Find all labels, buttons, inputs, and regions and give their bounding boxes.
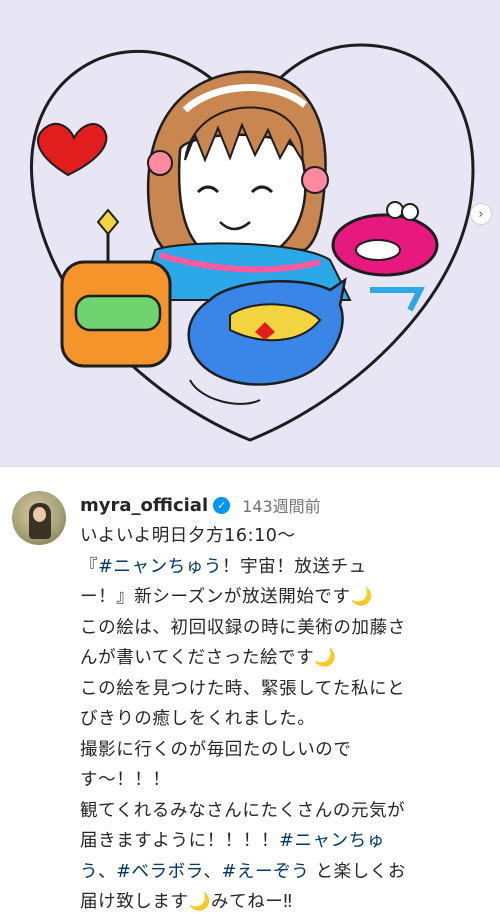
caption-segment: この絵を見つけた時、緊張してた私にと (80, 678, 406, 699)
caption-line: 撮影に行くのが毎回たのしいので (80, 735, 492, 766)
verified-badge-icon: ✓ (213, 496, 231, 514)
caption-line: びきりの癒しをくれました。 (80, 704, 492, 735)
red-heart (37, 122, 108, 177)
caption-segment: いよいよ明日夕方16:10〜 (80, 526, 296, 546)
next-image-button[interactable]: › (470, 203, 492, 225)
caption-segment: びきりの癒しをくれました。 (80, 709, 316, 729)
hashtag-link[interactable]: #ニャンちゅ (279, 831, 385, 851)
hashtag-link[interactable]: #えーぞう (222, 862, 310, 882)
caption-line: この絵を見つけた時、緊張してた私にと (80, 674, 492, 705)
caption-segment: 、 (203, 861, 222, 882)
caption-segment: と楽しくお (309, 861, 406, 882)
caption-segment: 届け致します🌙みてねー‼︎ (80, 892, 293, 912)
caption-line: この絵は、初回収録の時に美術の加藤さ (80, 613, 492, 644)
post-image[interactable]: › (0, 0, 500, 466)
avatar[interactable] (12, 491, 66, 545)
caption-segment: ！宇宙！放送チュ (221, 556, 367, 577)
caption-section: myra_official ✓ 143週間前 いよいよ明日夕方16:10〜 『#ニ… (0, 467, 500, 912)
illustration (30, 43, 475, 442)
chevron-right-icon: › (478, 206, 484, 222)
username-link[interactable]: myra_official (80, 495, 208, 516)
caption-line: す〜！！！ (80, 765, 492, 796)
caption-line: う、#ベラボラ、#えーぞう と楽しくお (80, 857, 492, 888)
caption-line: 届きますように！！！！#ニャンちゅ (80, 826, 492, 857)
caption-text: いよいよ明日夕方16:10〜 『#ニャンちゅう！宇宙！放送チュ ー！』新シーズンが放… (80, 521, 492, 918)
caption-line: ー！』新シーズンが放送開始です🌙 (80, 582, 492, 613)
hashtag-link[interactable]: #ニャンちゅう (98, 557, 222, 577)
caption-segment: 届きますように！！！！ (80, 831, 280, 851)
caption-line: いよいよ明日夕方16:10〜 (80, 521, 492, 552)
caption-segment: んが書いてくださった絵です🌙 (80, 648, 337, 668)
caption-segment: 撮影に行くのが毎回たのしいので (80, 739, 352, 760)
caption-line: 観てくれるみなさんにたくさんの元気が (80, 796, 492, 827)
post-timestamp[interactable]: 143週間前 (242, 493, 321, 517)
caption-segment: ー！』新シーズンが放送開始です🌙 (80, 587, 374, 607)
hashtag-link[interactable]: う (80, 862, 98, 882)
caption-segment: 『 (80, 556, 99, 577)
robot-visor (74, 294, 162, 332)
caption-line: んが書いてくださった絵です🌙 (80, 643, 492, 674)
caption-segment: す〜！！！ (80, 770, 171, 790)
caption-line: 届け致します🌙みてねー‼︎ (80, 887, 492, 918)
caption-segment: 観てくれるみなさんにたくさんの元気が (80, 800, 406, 821)
hashtag-link[interactable]: #ベラボラ (116, 862, 203, 882)
caption-header: myra_official ✓ 143週間前 (80, 491, 321, 519)
caption-line: 『#ニャンちゅう！宇宙！放送チュ (80, 552, 492, 583)
caption-segment: 、 (98, 861, 117, 882)
caption-segment: この絵は、初回収録の時に美術の加藤さ (80, 617, 406, 638)
